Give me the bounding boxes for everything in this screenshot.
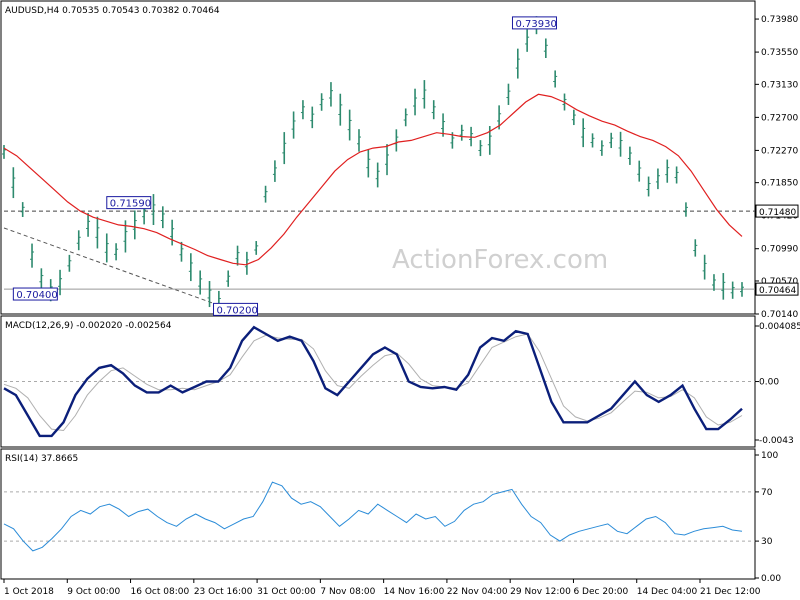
price-annotation-label: 0.71590 xyxy=(110,199,151,210)
time-axis-label: 21 Dec 12:00 xyxy=(700,587,761,597)
price-annotation: 0.70400 xyxy=(12,287,58,301)
price-annotation: 0.70200 xyxy=(213,302,259,316)
time-axis-label: 7 Nov 08:00 xyxy=(320,587,375,597)
price-axis-label: 0.73980 xyxy=(761,15,798,25)
price-annotation: 0.71590 xyxy=(106,196,152,210)
time-axis-label: 22 Nov 04:00 xyxy=(447,587,508,597)
price-annotation: 0.73930 xyxy=(511,16,557,30)
price-axis-label: 0.73130 xyxy=(761,80,798,90)
price-axis-label: 0.70140 xyxy=(761,310,798,320)
price-panel xyxy=(0,0,756,315)
price-header: AUDUSD,H4 0.70535 0.70543 0.70382 0.7046… xyxy=(5,6,220,16)
macd-header: MACD(12,26,9) -0.002020 -0.002564 xyxy=(5,321,172,331)
price-annotation-label: 0.70200 xyxy=(217,305,258,316)
price-axis-label: 0.72700 xyxy=(761,113,798,123)
time-axis-label: 29 Nov 12:00 xyxy=(510,587,571,597)
chart-canvas: ActionForex.com AUDUSD,H4 0.70535 0.7054… xyxy=(0,0,800,597)
time-axis-label: 6 Dec 20:00 xyxy=(573,587,628,597)
price-axis-label: 0.71850 xyxy=(761,179,798,189)
watermark: ActionForex.com xyxy=(392,245,608,275)
price-annotation-label: 0.73930 xyxy=(515,19,556,30)
time-axis-label: 14 Nov 16:00 xyxy=(384,587,445,597)
rsi-header: RSI(14) 37.8665 xyxy=(5,454,78,464)
macd-axis-label: 0.004085 xyxy=(759,322,800,332)
time-axis-label: 16 Oct 08:00 xyxy=(131,587,190,597)
rsi-panel xyxy=(0,448,756,580)
level-tag-label: 0.71480 xyxy=(759,208,796,218)
time-axis-label: 31 Oct 00:00 xyxy=(257,587,316,597)
price-annotation-label: 0.70400 xyxy=(16,290,57,301)
rsi-axis-label: 30 xyxy=(761,537,773,547)
time-axis-label: 9 Oct 00:00 xyxy=(67,587,120,597)
rsi-axis-label: 100 xyxy=(761,451,778,461)
price-axis-label: 0.72270 xyxy=(761,146,798,156)
current-price-tag-label: 0.70464 xyxy=(759,286,796,296)
price-axis-label: 0.73550 xyxy=(761,48,798,58)
macd-axis-label: 0.00 xyxy=(759,378,779,388)
time-axis-label: 23 Oct 16:00 xyxy=(194,587,253,597)
rsi-axis-label: 0.00 xyxy=(761,574,781,584)
time-axis-label: 14 Dec 04:00 xyxy=(637,587,698,597)
macd-axis-label: -0.0043 xyxy=(759,436,794,446)
price-axis-label: 0.70990 xyxy=(761,245,798,255)
time-axis-label: 1 Oct 2018 xyxy=(4,587,54,597)
rsi-axis-label: 70 xyxy=(761,488,773,498)
